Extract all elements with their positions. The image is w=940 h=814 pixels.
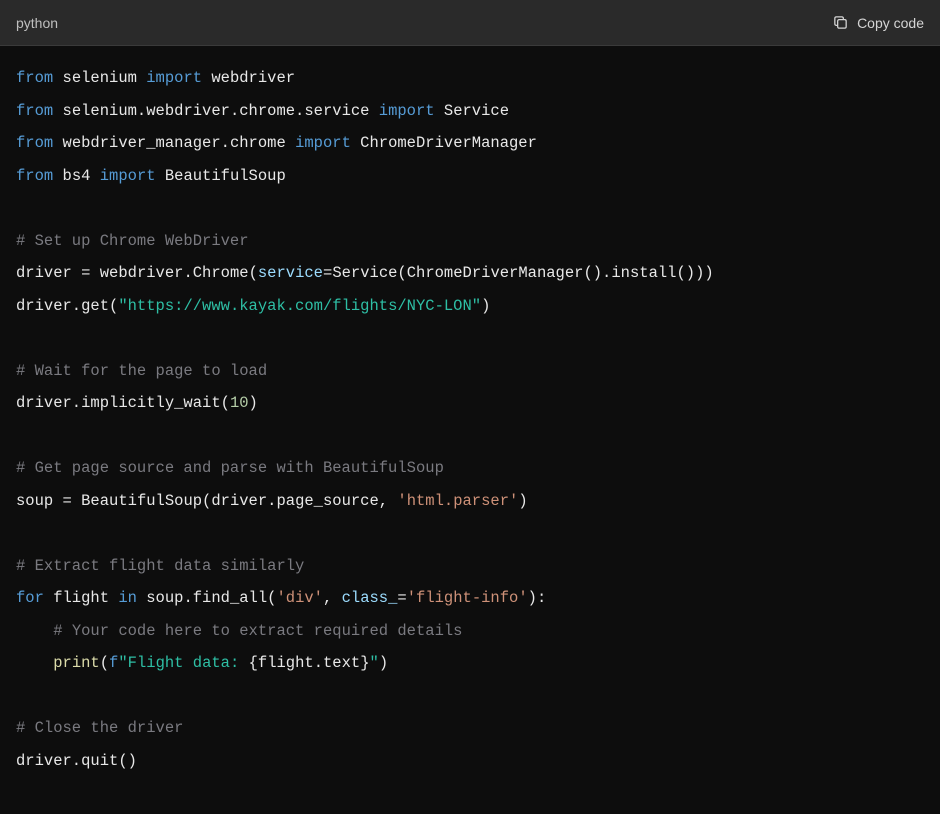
code-line: # Set up Chrome WebDriver — [16, 225, 924, 258]
code-token: # Close the driver — [16, 719, 183, 737]
code-line: # Your code here to extract required det… — [16, 615, 924, 648]
code-line: from selenium import webdriver — [16, 62, 924, 95]
code-line: from bs4 import BeautifulSoup — [16, 160, 924, 193]
code-line — [16, 420, 924, 453]
code-token: driver.get( — [16, 297, 118, 315]
code-token: , — [323, 589, 342, 607]
code-token: ( — [100, 654, 109, 672]
code-token: = — [397, 589, 406, 607]
code-token: for — [16, 589, 44, 607]
code-token: driver.quit() — [16, 752, 137, 770]
code-token: driver — [16, 264, 81, 282]
code-line: # Extract flight data similarly — [16, 550, 924, 583]
code-token: 'div' — [276, 589, 323, 607]
code-token: 'html.parser' — [397, 492, 518, 510]
code-token: ) — [249, 394, 258, 412]
code-token: from — [16, 69, 53, 87]
code-line — [16, 680, 924, 713]
code-token: class_ — [342, 589, 398, 607]
code-token: flight — [44, 589, 118, 607]
copy-code-label: Copy code — [857, 15, 924, 31]
code-token: import — [379, 102, 435, 120]
code-token: webdriver.Chrome( — [90, 264, 257, 282]
code-line: # Wait for the page to load — [16, 355, 924, 388]
code-token: import — [146, 69, 202, 87]
code-token — [16, 622, 53, 640]
code-token: in — [118, 589, 137, 607]
code-line — [16, 517, 924, 550]
code-token — [16, 654, 53, 672]
code-line: # Close the driver — [16, 712, 924, 745]
code-token: import — [100, 167, 156, 185]
code-token: # Extract flight data similarly — [16, 557, 304, 575]
code-token: # Wait for the page to load — [16, 362, 267, 380]
code-token: driver.implicitly_wait( — [16, 394, 230, 412]
code-token: # Get page source and parse with Beautif… — [16, 459, 444, 477]
code-token: print — [53, 654, 100, 672]
code-line: from selenium.webdriver.chrome.service i… — [16, 95, 924, 128]
code-line: print(f"Flight data: {flight.text}") — [16, 647, 924, 680]
copy-icon — [832, 14, 849, 31]
code-token: selenium.webdriver.chrome.service — [53, 102, 379, 120]
code-token: from — [16, 167, 53, 185]
code-line: soup = BeautifulSoup(driver.page_source,… — [16, 485, 924, 518]
code-token: BeautifulSoup — [156, 167, 286, 185]
code-line — [16, 192, 924, 225]
code-token: = — [63, 492, 72, 510]
code-content: from selenium import webdriverfrom selen… — [0, 46, 940, 793]
code-token: service — [258, 264, 323, 282]
code-token: from — [16, 134, 53, 152]
code-token: webdriver_manager.chrome — [53, 134, 295, 152]
code-line: driver.quit() — [16, 745, 924, 778]
copy-code-button[interactable]: Copy code — [832, 14, 924, 31]
code-token: ) — [518, 492, 527, 510]
code-line: # Get page source and parse with Beautif… — [16, 452, 924, 485]
code-token: Service(ChromeDriverManager().install())… — [332, 264, 713, 282]
code-token: # Set up Chrome WebDriver — [16, 232, 249, 250]
code-token: = — [323, 264, 332, 282]
code-token: import — [295, 134, 351, 152]
code-token: # Your code here to extract required det… — [53, 622, 462, 640]
code-line — [16, 322, 924, 355]
code-token: soup.find_all( — [137, 589, 277, 607]
code-token: webdriver — [202, 69, 295, 87]
code-token: bs4 — [53, 167, 100, 185]
code-line: for flight in soup.find_all('div', class… — [16, 582, 924, 615]
code-token: "Flight data: — [118, 654, 248, 672]
code-token: selenium — [53, 69, 146, 87]
code-token: ) — [379, 654, 388, 672]
code-token: Service — [435, 102, 509, 120]
code-token: ChromeDriverManager — [351, 134, 537, 152]
code-token: ) — [481, 297, 490, 315]
code-token: soup — [16, 492, 63, 510]
code-block-header: python Copy code — [0, 0, 940, 46]
code-token: ): — [528, 589, 547, 607]
code-token: " — [370, 654, 379, 672]
code-line: driver.get("https://www.kayak.com/flight… — [16, 290, 924, 323]
code-token: from — [16, 102, 53, 120]
code-token: "https://www.kayak.com/flights/NYC-LON" — [118, 297, 481, 315]
code-line: driver = webdriver.Chrome(service=Servic… — [16, 257, 924, 290]
code-line: driver.implicitly_wait(10) — [16, 387, 924, 420]
code-token: BeautifulSoup(driver.page_source, — [72, 492, 398, 510]
language-label: python — [16, 15, 58, 31]
code-token: f — [109, 654, 118, 672]
code-line: from webdriver_manager.chrome import Chr… — [16, 127, 924, 160]
code-token: 'flight-info' — [407, 589, 528, 607]
code-token: 10 — [230, 394, 249, 412]
code-token: {flight.text} — [249, 654, 370, 672]
